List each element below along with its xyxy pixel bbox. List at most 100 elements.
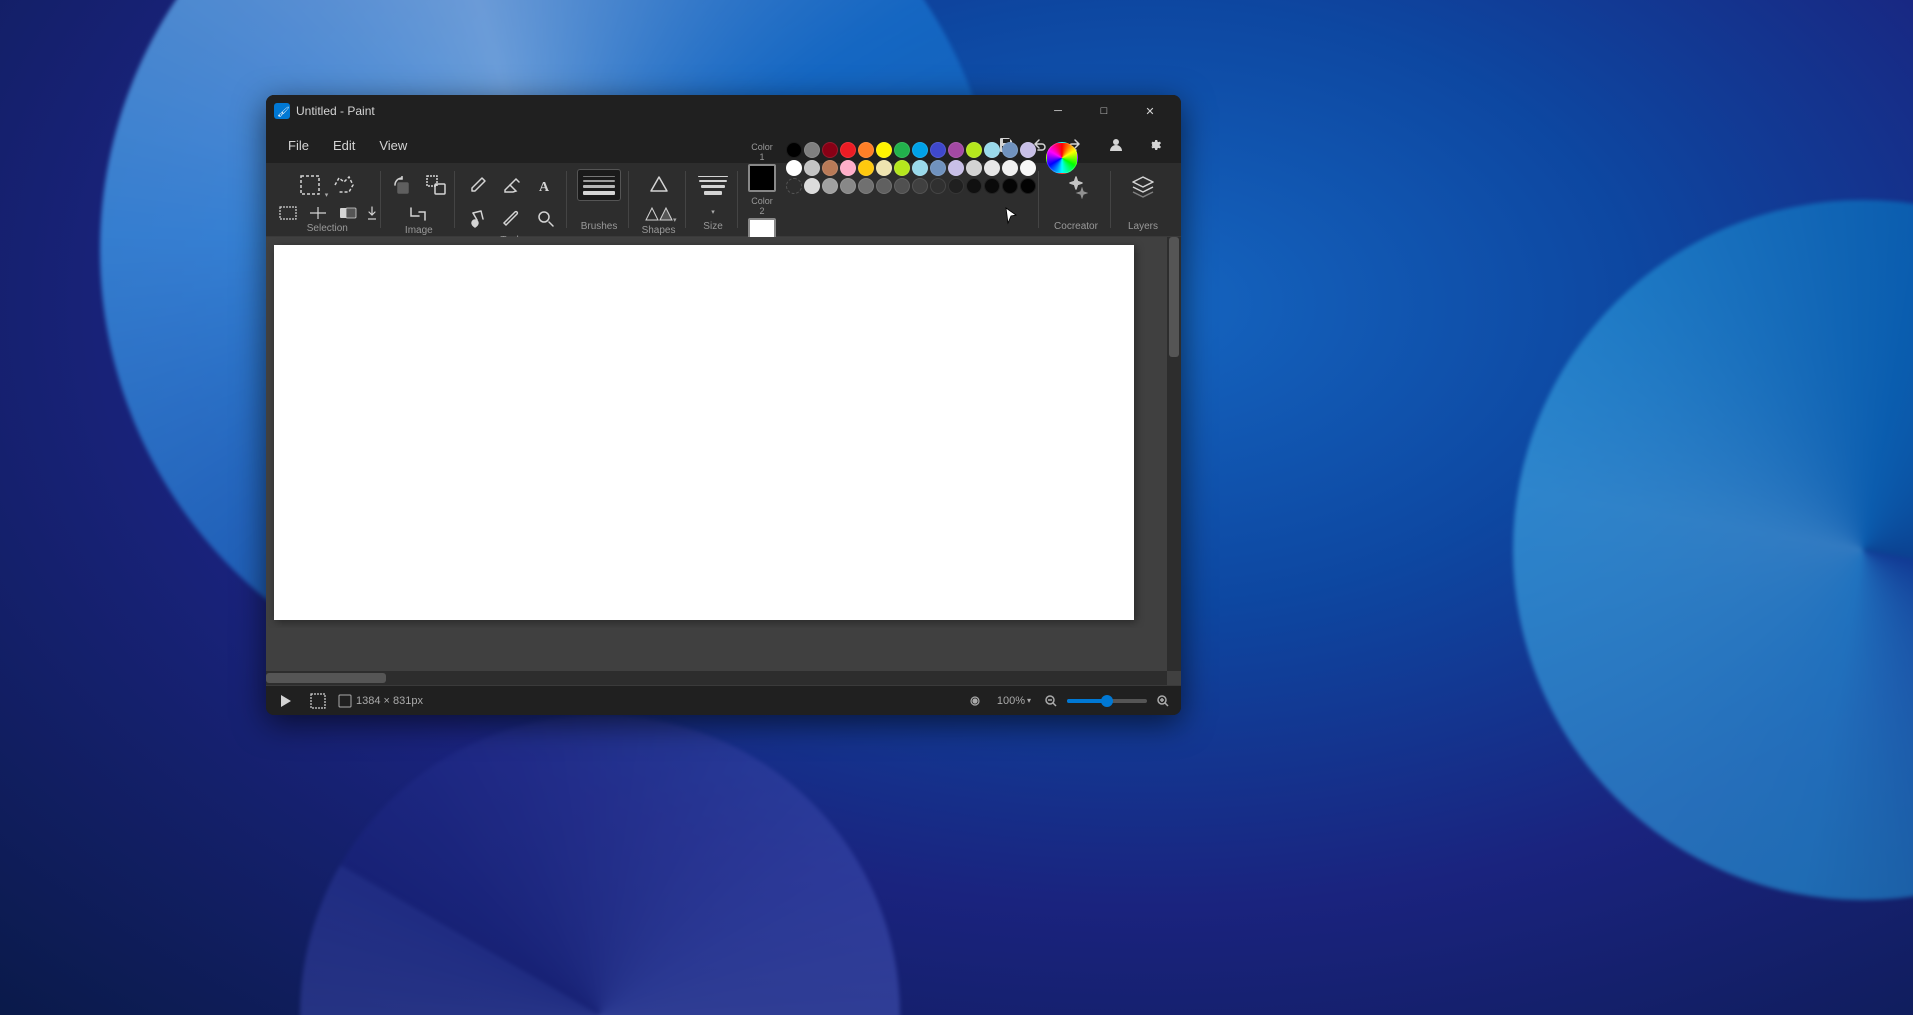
palette-swatch[interactable] xyxy=(1002,178,1018,194)
palette-swatch[interactable] xyxy=(984,160,1000,176)
bg-decoration xyxy=(300,715,900,1015)
menu-edit[interactable]: Edit xyxy=(323,134,365,157)
close-button[interactable]: ✕ xyxy=(1127,95,1173,127)
invert-select-button[interactable] xyxy=(304,203,332,223)
palette-swatch[interactable] xyxy=(786,142,802,158)
h-scroll-thumb[interactable] xyxy=(266,673,386,683)
v-scrollbar[interactable] xyxy=(1167,237,1181,671)
selection-indicator[interactable] xyxy=(306,690,330,712)
cocreator-button[interactable] xyxy=(1058,169,1094,205)
h-scrollbar[interactable] xyxy=(266,671,1167,685)
canvas-wrapper[interactable] xyxy=(266,237,1181,628)
color-picker-button[interactable] xyxy=(496,203,528,235)
fill-button[interactable] xyxy=(462,203,494,235)
palette-swatch[interactable] xyxy=(840,142,856,158)
palette-swatch[interactable] xyxy=(876,142,892,158)
palette-swatch[interactable] xyxy=(840,160,856,176)
zoom-out-button[interactable] xyxy=(1041,690,1061,712)
palette-swatch[interactable] xyxy=(858,142,874,158)
palette-swatch[interactable] xyxy=(822,178,838,194)
palette-swatch[interactable] xyxy=(948,142,964,158)
palette-swatch[interactable] xyxy=(1020,178,1036,194)
magnifier-button[interactable] xyxy=(530,203,562,235)
palette-swatch[interactable] xyxy=(966,178,982,194)
minimize-button[interactable]: ─ xyxy=(1035,95,1081,127)
image-section: Image xyxy=(383,163,455,236)
brush-preview[interactable] xyxy=(577,169,621,201)
palette-swatch[interactable] xyxy=(894,160,910,176)
size-dropdown-button[interactable]: ▾ xyxy=(697,203,729,221)
menu-view[interactable]: View xyxy=(369,134,417,157)
palette-swatch[interactable] xyxy=(858,160,874,176)
zoom-slider[interactable] xyxy=(1067,699,1147,703)
select-all-button[interactable] xyxy=(274,203,302,223)
palette-swatch[interactable] xyxy=(966,142,982,158)
color1-swatch[interactable] xyxy=(748,164,776,192)
shapes-label: Shapes xyxy=(642,225,676,236)
palette-swatch[interactable] xyxy=(984,178,1000,194)
palette-swatch[interactable] xyxy=(1020,142,1036,158)
screenshot-button[interactable] xyxy=(963,690,987,712)
palette-swatch[interactable] xyxy=(984,142,1000,158)
canvas-container[interactable] xyxy=(266,237,1181,685)
palette-swatch[interactable] xyxy=(948,178,964,194)
palette-swatch[interactable] xyxy=(1002,142,1018,158)
menu-file[interactable]: File xyxy=(278,134,319,157)
maximize-button[interactable]: □ xyxy=(1081,95,1127,127)
rotate-flip-button[interactable] xyxy=(386,169,418,201)
palette-swatch[interactable] xyxy=(1020,160,1036,176)
shapes-section: ▾ Shapes xyxy=(631,163,686,236)
palette-swatch[interactable] xyxy=(912,160,928,176)
image-actions-button[interactable] xyxy=(334,203,362,223)
eraser-button[interactable] xyxy=(496,169,528,201)
selection-section: ▾ xyxy=(274,163,381,236)
play-button[interactable] xyxy=(274,690,298,712)
zoom-in-button[interactable] xyxy=(1153,690,1173,712)
palette-swatch[interactable] xyxy=(1002,160,1018,176)
bg-decoration xyxy=(1513,200,1913,900)
svg-text:🖌: 🖌 xyxy=(277,106,290,118)
outline-button[interactable]: ▾ xyxy=(643,203,675,225)
palette-swatch[interactable] xyxy=(930,160,946,176)
menu-bar: File Edit View xyxy=(266,127,1181,163)
palette-swatch[interactable] xyxy=(894,178,910,194)
selection-label: Selection xyxy=(307,223,348,234)
crop-button[interactable] xyxy=(403,203,435,225)
palette-swatch[interactable] xyxy=(948,160,964,176)
palette-swatch[interactable] xyxy=(804,142,820,158)
palette-swatch[interactable] xyxy=(966,160,982,176)
palette-swatch[interactable] xyxy=(876,160,892,176)
canvas[interactable] xyxy=(274,245,1134,620)
palette-swatch[interactable] xyxy=(840,178,856,194)
size-picker-button[interactable] xyxy=(697,169,729,201)
resize-skew-button[interactable] xyxy=(420,169,452,201)
palette-swatch[interactable] xyxy=(912,178,928,194)
palette-swatch[interactable] xyxy=(930,178,946,194)
palette-swatch[interactable] xyxy=(858,178,874,194)
palette-swatch[interactable] xyxy=(822,160,838,176)
v-scroll-thumb[interactable] xyxy=(1169,237,1179,357)
palette-swatch[interactable] xyxy=(930,142,946,158)
palette-swatch[interactable] xyxy=(876,178,892,194)
pencil-button[interactable] xyxy=(462,169,494,201)
zoom-dropdown-arrow: ▾ xyxy=(1027,696,1031,705)
settings-button[interactable] xyxy=(1139,131,1169,159)
zoom-dropdown[interactable]: 100% ▾ xyxy=(993,693,1035,709)
palette-swatch[interactable] xyxy=(786,160,802,176)
layers-button[interactable] xyxy=(1125,169,1161,205)
palette-swatch[interactable] xyxy=(804,178,820,194)
size-label: Size xyxy=(703,221,722,232)
palette-swatch-transparent[interactable] xyxy=(786,178,802,194)
fill-select-button[interactable] xyxy=(364,203,380,223)
shapes-button[interactable] xyxy=(643,169,675,201)
profile-button[interactable] xyxy=(1101,131,1131,159)
layers-label: Layers xyxy=(1128,221,1158,232)
text-button[interactable]: A xyxy=(530,169,562,201)
palette-swatch[interactable] xyxy=(822,142,838,158)
palette-swatch[interactable] xyxy=(804,160,820,176)
free-select-button[interactable] xyxy=(328,169,360,201)
palette-swatch[interactable] xyxy=(894,142,910,158)
palette-swatch[interactable] xyxy=(912,142,928,158)
rectangle-select-button[interactable]: ▾ xyxy=(294,169,326,201)
image-label: Image xyxy=(405,225,433,236)
